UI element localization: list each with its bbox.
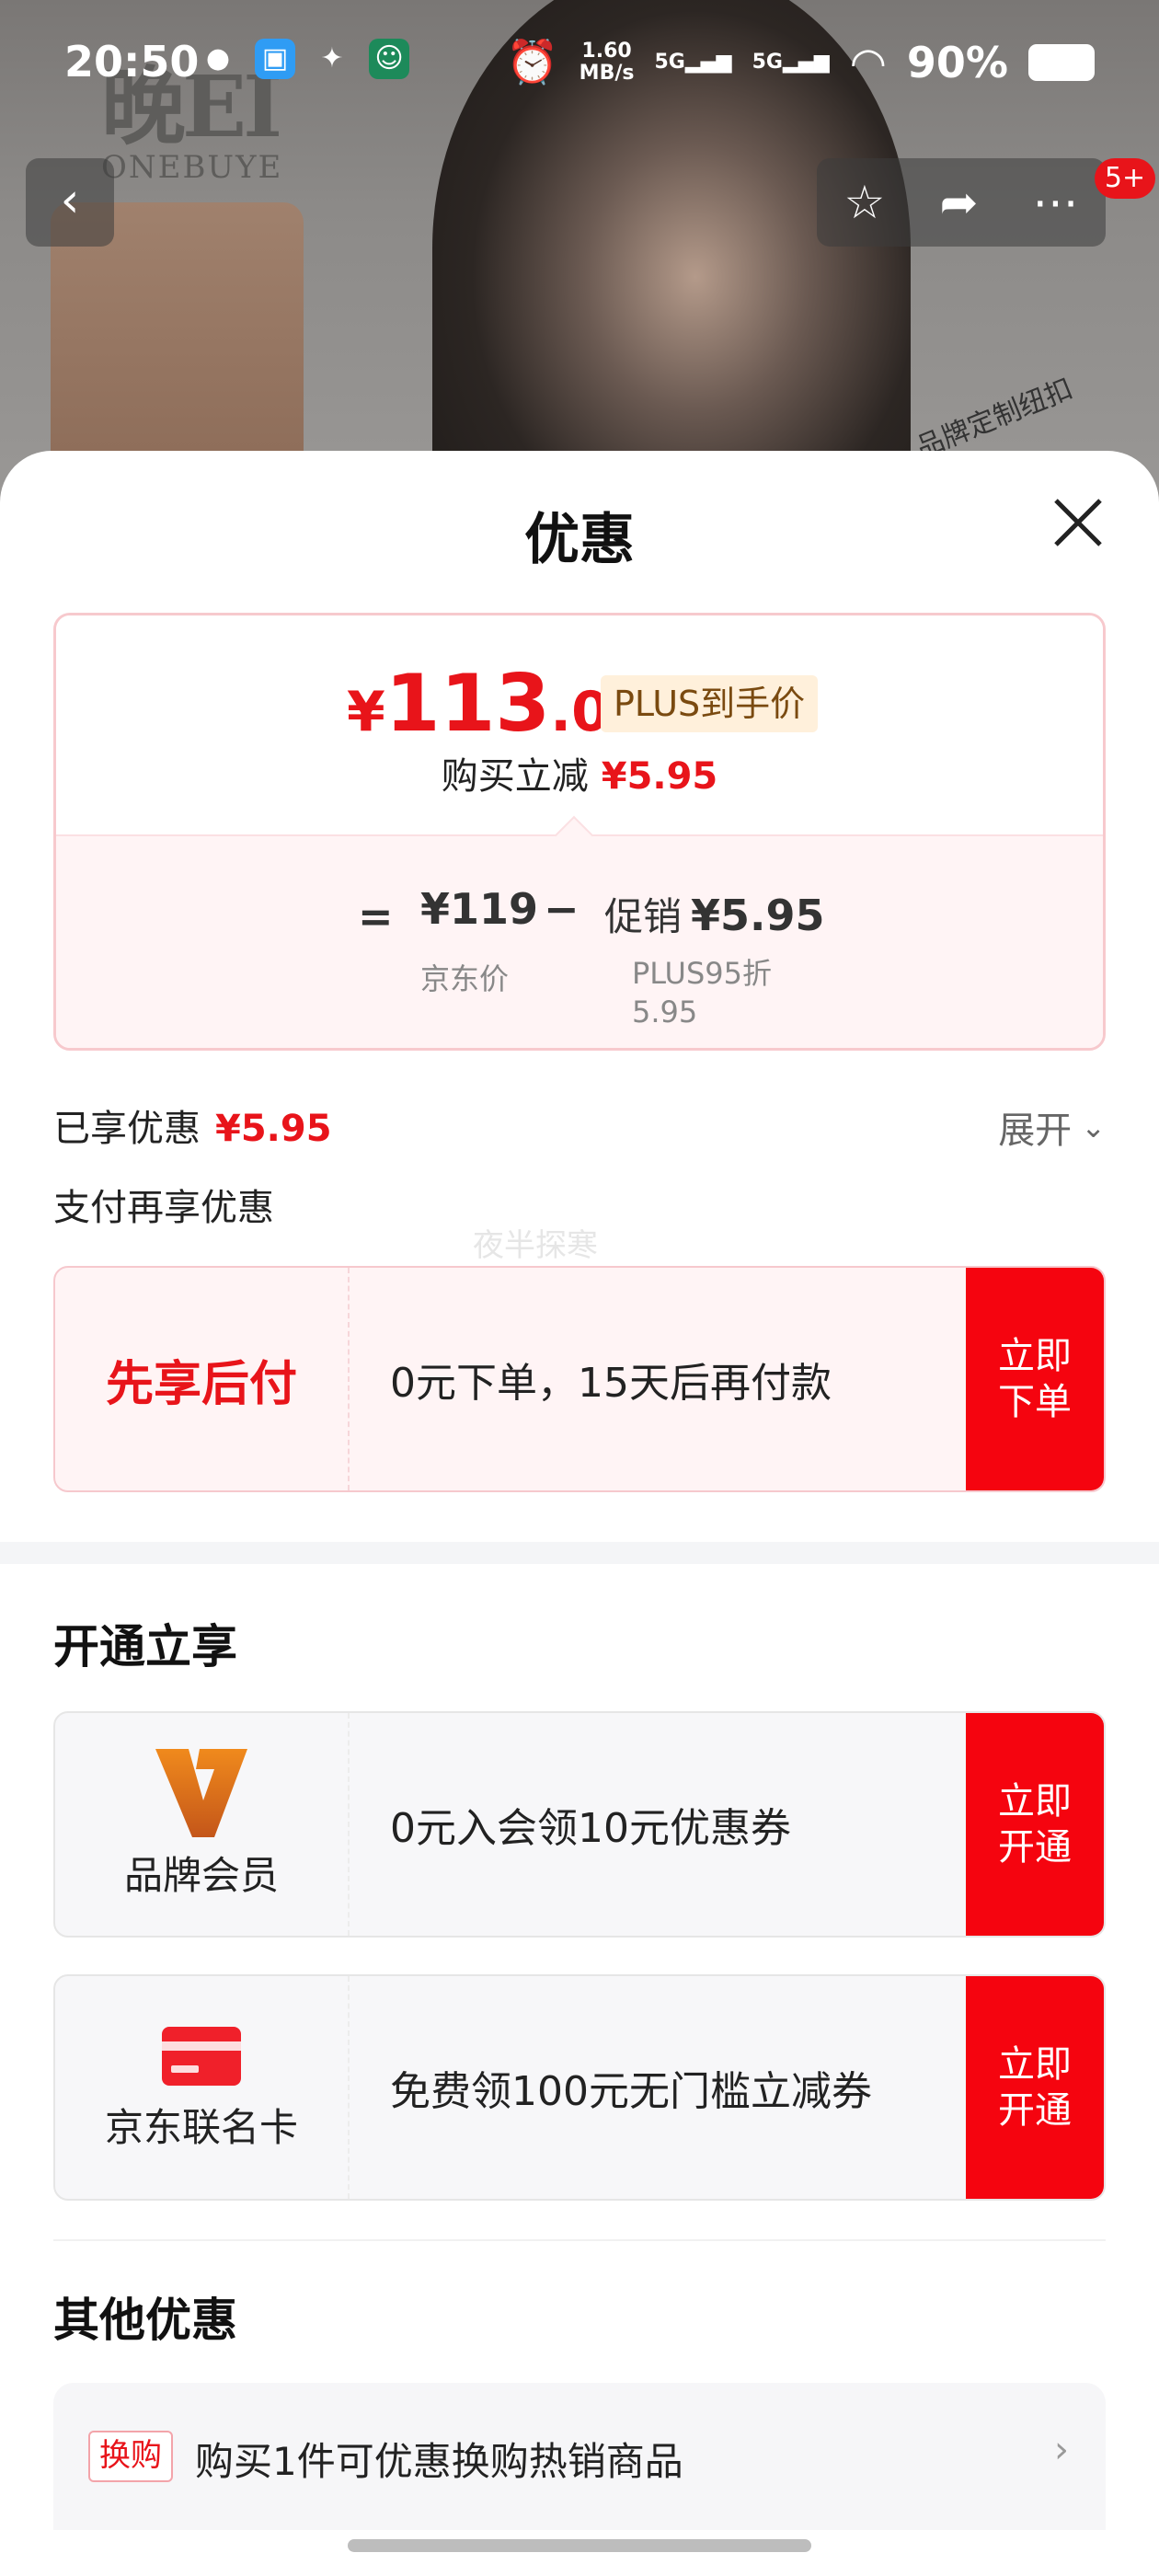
brand-v-logo-icon bbox=[155, 1748, 247, 1837]
wechat-icon: ● bbox=[205, 42, 231, 75]
top-actions: ☆ ➦ ⋯ bbox=[817, 158, 1106, 247]
enjoyed-amount: ¥5.95 bbox=[215, 1108, 332, 1150]
credit-card-icon bbox=[162, 2026, 241, 2086]
expand-button[interactable]: 展开 ⌄ bbox=[998, 1100, 1106, 1154]
cobrand-card-left: 京东联名卡 bbox=[55, 1976, 350, 2199]
pay-later-offer[interactable]: 先享后付 0元下单，15天后再付款 立即 下单 bbox=[53, 1266, 1106, 1492]
minus-sign: − bbox=[544, 884, 580, 934]
signal-5g-label-1: 5G bbox=[654, 51, 685, 74]
pay-section-title: 支付再享优惠 bbox=[53, 1187, 274, 1229]
home-indicator[interactable] bbox=[348, 2539, 811, 2552]
battery-icon bbox=[1028, 43, 1095, 81]
apply-card-button[interactable]: 立即 开通 bbox=[966, 1976, 1104, 2199]
cobrand-card-label: 京东联名卡 bbox=[104, 2104, 298, 2150]
swap-offer-text: 购买1件可优惠换购热销商品 bbox=[195, 2439, 683, 2484]
promo-label: 促销 bbox=[604, 894, 683, 939]
join-member-button[interactable]: 立即 开通 bbox=[966, 1713, 1104, 1936]
status-indicators: ⏰ 1.60 MB/s 5G▂▄▆ 5G▂▄▆ ◠ 90% bbox=[506, 37, 1095, 87]
brand-member-desc: 0元入会领10元优惠券 bbox=[390, 1805, 791, 1852]
open-section-title: 开通立享 bbox=[53, 1620, 237, 1673]
plus-discount-label-line2: 5.95 bbox=[632, 995, 698, 1029]
signal-5g-icon-2: 5G▂▄▆ bbox=[752, 51, 830, 74]
chevron-down-icon: ⌄ bbox=[1081, 1110, 1106, 1144]
status-time: 20:50 bbox=[64, 37, 200, 86]
expand-label: 展开 bbox=[998, 1110, 1073, 1152]
equals-sign: = bbox=[358, 891, 394, 941]
status-bar: 20:50 ● ▣ ✦ ☺ ⏰ 1.60 MB/s 5G▂▄▆ 5G▂▄▆ ◠ … bbox=[0, 0, 1159, 124]
jd-price-label: 京东价 bbox=[420, 961, 510, 996]
watermark: 夜半探寒 bbox=[473, 1227, 598, 1264]
instant-discount-row: 购买立减 ¥5.95 bbox=[56, 746, 1103, 799]
wifi-icon: ◠ bbox=[849, 37, 887, 87]
final-price-currency: ¥ bbox=[347, 680, 385, 744]
price-calculation bbox=[56, 834, 1103, 1048]
section-separator bbox=[53, 2239, 1106, 2241]
signal-5g-icon-1: 5G▂▄▆ bbox=[654, 51, 732, 74]
enjoyed-label: 已享优惠 bbox=[53, 1108, 201, 1150]
price-top: ¥113.05 PLUS到手价 购买立减 ¥5.95 bbox=[56, 615, 1103, 834]
signal-5g-label-2: 5G bbox=[752, 51, 783, 74]
chevron-right-icon: › bbox=[1054, 2429, 1069, 2471]
brand-member-left: 品牌会员 bbox=[55, 1713, 350, 1936]
brand-member-offer[interactable]: 品牌会员 0元入会领10元优惠券 立即 开通 bbox=[53, 1711, 1106, 1938]
cobrand-card-offer[interactable]: 京东联名卡 免费领100元无门槛立减券 立即 开通 bbox=[53, 1974, 1106, 2201]
chevron-left-icon: ‹ bbox=[60, 173, 80, 228]
cobrand-card-desc: 免费领100元无门槛立减券 bbox=[390, 2068, 872, 2115]
brand-logo-en: ONEBUYE bbox=[101, 149, 283, 186]
promo-discount: 促销 ¥5.95 bbox=[604, 886, 825, 942]
brand-member-label: 品牌会员 bbox=[123, 1852, 279, 1898]
plus-discount-label-line1: PLUS95折 bbox=[632, 956, 772, 991]
network-speed-value: 1.60 bbox=[581, 39, 632, 63]
close-icon[interactable] bbox=[1049, 493, 1107, 552]
network-speed-unit: MB/s bbox=[579, 61, 635, 85]
app-notification-icon: ▣ bbox=[255, 39, 295, 79]
swap-offer-row[interactable]: 换购 购买1件可优惠换购热销商品 › bbox=[53, 2383, 1106, 2530]
plus-price-tag: PLUS到手价 bbox=[601, 675, 819, 732]
promo-amount: ¥5.95 bbox=[691, 891, 825, 940]
section-divider bbox=[0, 1542, 1159, 1564]
pay-later-title: 先享后付 bbox=[105, 1356, 297, 1412]
enjoyed-discount: 已享优惠 ¥5.95 bbox=[53, 1098, 332, 1152]
discount-sheet: 优惠 ¥113.05 PLUS到手价 购买立减 ¥5.95 = ¥119 − 促销… bbox=[0, 451, 1159, 2576]
more-icon[interactable]: ⋯ bbox=[1032, 176, 1078, 229]
final-price-integer: 113 bbox=[384, 658, 551, 750]
order-now-button[interactable]: 立即 下单 bbox=[966, 1268, 1104, 1490]
instant-discount-amount: ¥5.95 bbox=[601, 755, 718, 798]
back-button[interactable]: ‹ bbox=[26, 158, 114, 247]
message-badge: 5+ bbox=[1095, 158, 1155, 199]
other-section-title: 其他优惠 bbox=[53, 2294, 237, 2347]
share-icon[interactable]: ➦ bbox=[939, 176, 978, 229]
sheet-title: 优惠 bbox=[524, 508, 635, 572]
avatar-app-icon: ☺ bbox=[369, 39, 409, 79]
pay-later-desc: 0元下单，15天后再付款 bbox=[390, 1360, 832, 1407]
jd-price: ¥119 bbox=[420, 884, 539, 934]
notification-icons: ● ▣ ✦ ☺ bbox=[198, 39, 409, 79]
swap-tag: 换购 bbox=[88, 2431, 173, 2482]
network-speed: 1.60 MB/s bbox=[580, 40, 635, 85]
handshake-icon: ✦ bbox=[320, 42, 344, 75]
alarm-icon: ⏰ bbox=[506, 37, 559, 86]
pay-later-left: 先享后付 bbox=[55, 1268, 350, 1490]
favorite-star-icon[interactable]: ☆ bbox=[844, 176, 886, 229]
instant-discount-label: 购买立减 bbox=[441, 755, 589, 798]
plus-discount-label: PLUS95折 5.95 bbox=[632, 954, 772, 1031]
price-breakdown-card: ¥113.05 PLUS到手价 购买立减 ¥5.95 = ¥119 − 促销 ¥5.… bbox=[53, 613, 1106, 1051]
battery-percent: 90% bbox=[906, 37, 1008, 87]
